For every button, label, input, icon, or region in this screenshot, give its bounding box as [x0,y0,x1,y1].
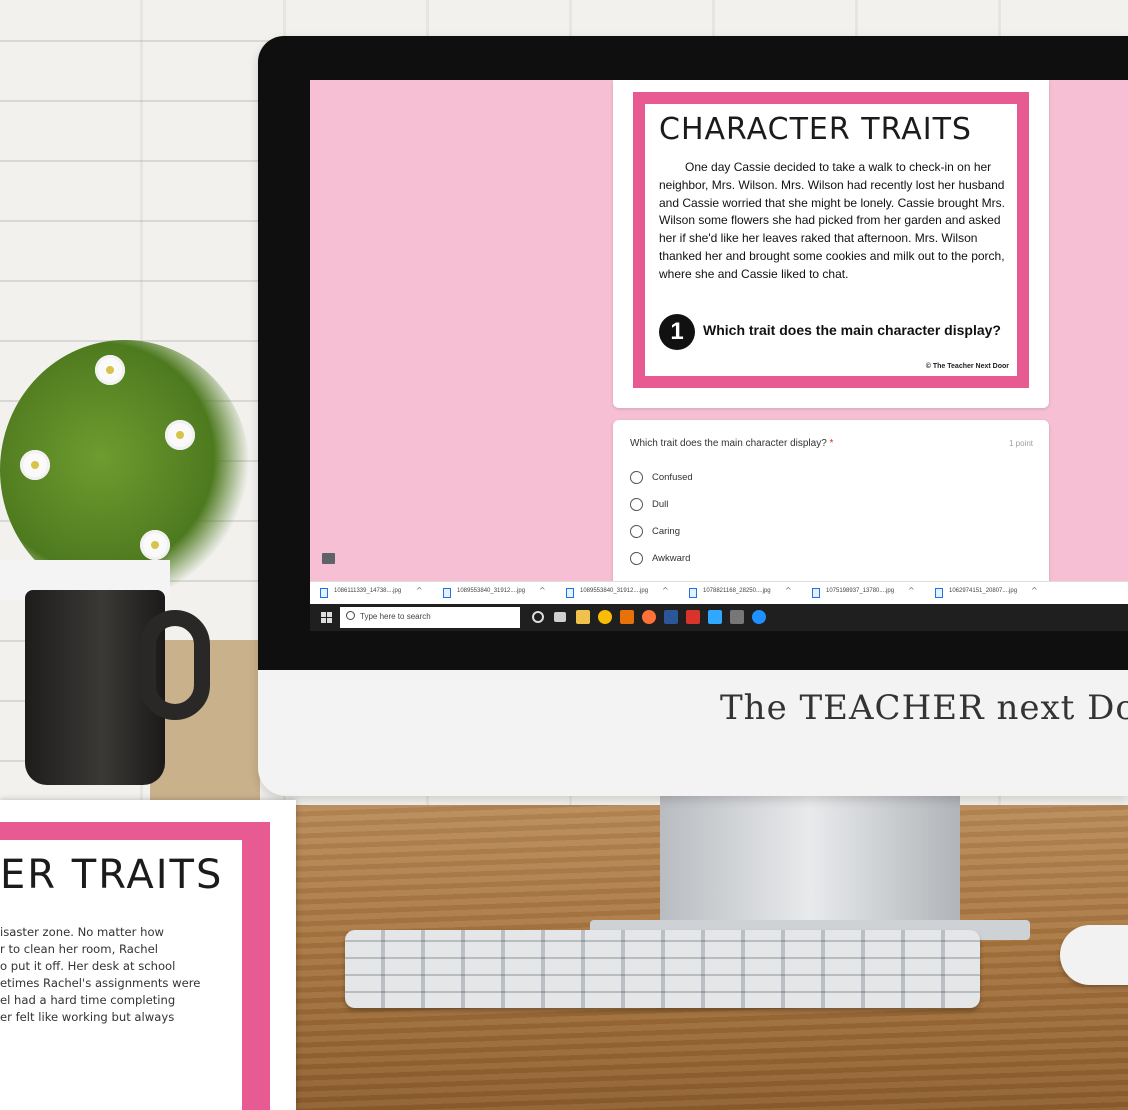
option-confused[interactable]: Confused [630,470,830,486]
flower-icon [20,450,50,480]
option-label: Caring [652,526,680,537]
question-text: Which trait does the main character disp… [703,322,1001,338]
pink-zigzag-frame: ER TRAITS isaster zone. No matter how r … [0,822,270,1110]
acrobat-icon[interactable] [686,610,700,624]
search-placeholder: Type here to search [360,612,431,621]
radio-icon[interactable] [630,498,643,511]
download-item[interactable]: 1089553840_31912....jpg ^ [443,586,561,599]
worksheet-question: 1 Which trait does the main character di… [659,314,1009,350]
download-item[interactable]: 1075198937_13780....jpg ^ [812,586,930,599]
worksheet: ER TRAITS isaster zone. No matter how r … [0,840,242,1110]
worksheet-title: ER TRAITS [0,852,224,898]
worksheet-title: CHARACTER TRAITS [659,112,972,147]
option-label: Dull [652,499,669,510]
keyboard [345,930,980,1008]
windows-taskbar: Type here to search [310,604,1128,631]
word-icon[interactable] [664,610,678,624]
download-filename: 1086111339_14738....jpg [334,588,402,594]
flower-icon [140,530,170,560]
file-icon [689,588,697,598]
question-number: 1 [659,314,695,350]
download-filename: 1089553840_31912....jpg [457,588,526,594]
mug-handle [140,610,210,720]
chevron-up-icon[interactable]: ^ [1031,586,1038,595]
chevron-up-icon[interactable]: ^ [908,586,915,595]
download-filename: 1078821168_28250....jpg [703,588,771,594]
cortana-icon[interactable] [532,611,544,623]
file-icon [812,588,820,598]
radio-icon[interactable] [630,471,643,484]
required-mark: * [829,438,834,449]
office-icon[interactable] [620,610,634,624]
search-icon [346,611,355,620]
mouse [1060,925,1128,985]
downloads-bar: 1086111339_14738....jpg ^ 1089553840_319… [310,581,1128,604]
download-item[interactable]: 1089553840_31912....jpg ^ [566,586,684,599]
app-icon[interactable] [730,610,744,624]
download-filename: 1089553840_31912....jpg [580,588,649,594]
chevron-up-icon[interactable]: ^ [662,586,669,595]
file-icon [443,588,451,598]
firefox-icon[interactable] [642,610,656,624]
pink-zigzag-frame: CHARACTER TRAITS One day Cassie decided … [633,92,1029,388]
points-label: 1 point [1008,439,1033,448]
taskbar-search[interactable]: Type here to search [340,607,520,628]
brand-logo: The TEACHER next Door [720,688,1128,728]
second-worksheet-card: ER TRAITS isaster zone. No matter how r … [0,800,296,1110]
edge-icon[interactable] [752,610,766,624]
windows-start-icon[interactable] [321,612,332,623]
worksheet: CHARACTER TRAITS One day Cassie decided … [645,104,1017,376]
flower-icon [95,355,125,385]
option-awkward[interactable]: Awkward [630,551,830,567]
chrome-icon[interactable] [598,610,612,624]
google-form-screen: CHARACTER TRAITS One day Cassie decided … [310,80,1128,604]
radio-icon[interactable] [630,552,643,565]
photoshop-icon[interactable] [708,610,722,624]
file-icon [566,588,574,598]
form-question-text: Which trait does the main character disp… [630,438,827,449]
copyright-note: © The Teacher Next Door [925,363,1009,370]
download-filename: 1075198937_13780....jpg [826,588,895,594]
chevron-up-icon[interactable]: ^ [539,586,546,595]
flower-icon [165,420,195,450]
worksheet-passage: One day Cassie decided to take a walk to… [659,160,1005,281]
option-label: Confused [652,472,693,483]
radio-icon[interactable] [630,525,643,538]
chevron-up-icon[interactable]: ^ [416,586,423,595]
worksheet-passage: isaster zone. No matter how r to clean h… [0,925,201,1024]
download-filename: 1062974151_20807....jpg [949,588,1018,594]
feedback-icon[interactable] [322,553,335,564]
option-dull[interactable]: Dull [630,497,830,513]
option-label: Awkward [652,553,691,564]
option-caring[interactable]: Caring [630,524,830,540]
file-icon [935,588,943,598]
task-view-icon[interactable] [554,612,566,622]
download-item[interactable]: 1078821168_28250....jpg ^ [689,586,807,599]
monitor-stand [660,795,960,930]
question-image-card: CHARACTER TRAITS One day Cassie decided … [613,80,1049,408]
file-explorer-icon[interactable] [576,610,590,624]
form-question-card: Which trait does the main character disp… [613,420,1049,604]
download-item[interactable]: 1062974151_20807....jpg ^ [935,586,1053,599]
chevron-up-icon[interactable]: ^ [785,586,792,595]
file-icon [320,588,328,598]
form-question-title: Which trait does the main character disp… [630,438,930,449]
download-item[interactable]: 1086111339_14738....jpg ^ [320,586,438,599]
